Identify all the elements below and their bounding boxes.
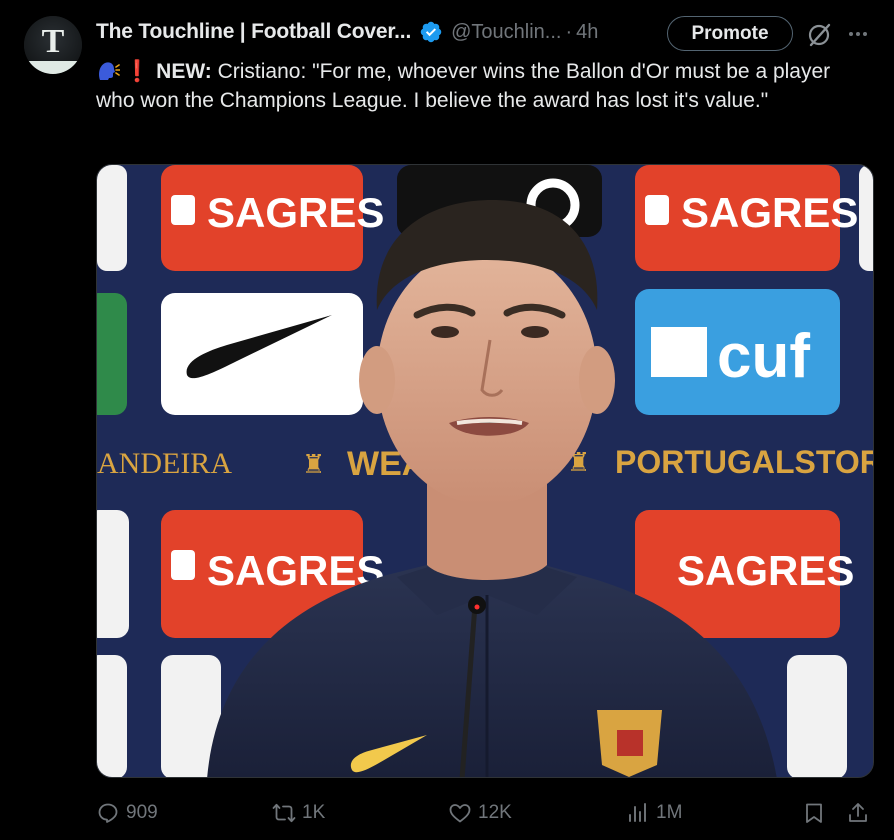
speaking-head-emoji-icon — [96, 60, 121, 82]
sponsor-sagres-2: SAGRES — [681, 189, 858, 236]
display-name[interactable]: The Touchline | Football Cover... — [96, 20, 411, 44]
repost-icon — [272, 803, 296, 823]
promote-button[interactable]: Promote — [667, 16, 793, 51]
bookmark-icon — [806, 803, 822, 823]
views-count: 1M — [656, 802, 683, 823]
tweet-text: ❗ NEW: Cristiano: "For me, whoever wins t… — [96, 57, 866, 115]
user-handle[interactable]: @Touchlin... — [451, 21, 561, 44]
sponsor-cuf: cuf — [717, 322, 810, 391]
bookmark-button[interactable] — [802, 795, 832, 831]
reply-icon — [98, 803, 118, 823]
avatar[interactable]: T — [24, 16, 82, 74]
repost-count: 1K — [302, 802, 326, 823]
views-icon — [629, 803, 646, 822]
grok-icon[interactable] — [805, 21, 833, 49]
more-icon[interactable] — [846, 22, 870, 46]
sponsor-sagres-4: SAGRES — [677, 547, 854, 594]
banner-right: PORTUGALSTORE.FPF.I — [615, 444, 874, 480]
heart-icon — [449, 804, 471, 823]
views-button[interactable]: 1M — [626, 795, 682, 831]
action-bar: 909 1K 12K 1M — [96, 795, 874, 831]
like-button[interactable]: 12K — [448, 795, 512, 831]
tweet-header: The Touchline | Football Cover... @Touch… — [96, 14, 598, 50]
like-count: 12K — [478, 802, 512, 823]
repost-button[interactable]: 1K — [272, 795, 325, 831]
avatar-band — [24, 61, 82, 74]
timestamp[interactable]: 4h — [576, 21, 598, 44]
svg-text:♜: ♜ — [302, 449, 325, 479]
reply-button[interactable]: 909 — [96, 795, 158, 831]
separator-dot: · — [565, 20, 573, 43]
sponsor-sagres-1: SAGRES — [207, 189, 384, 236]
tweet-prefix: NEW: — [156, 60, 212, 83]
banner-left: ANDEIRA — [97, 447, 232, 480]
share-button[interactable] — [846, 795, 876, 831]
nike-logo — [161, 293, 363, 415]
tweet-media-image[interactable]: SAGRES SAGRES cuf ANDEIRA ♜ WEAR ♜ PORTU… — [96, 164, 874, 778]
player-face — [377, 245, 597, 505]
exclamation-emoji: ❗ — [124, 60, 151, 83]
press-conference-photo: SAGRES SAGRES cuf ANDEIRA ♜ WEAR ♜ PORTU… — [97, 165, 874, 777]
avatar-letter: T — [41, 23, 65, 60]
verified-badge-icon[interactable] — [419, 20, 443, 44]
share-icon — [849, 803, 867, 822]
reply-count: 909 — [126, 802, 158, 823]
